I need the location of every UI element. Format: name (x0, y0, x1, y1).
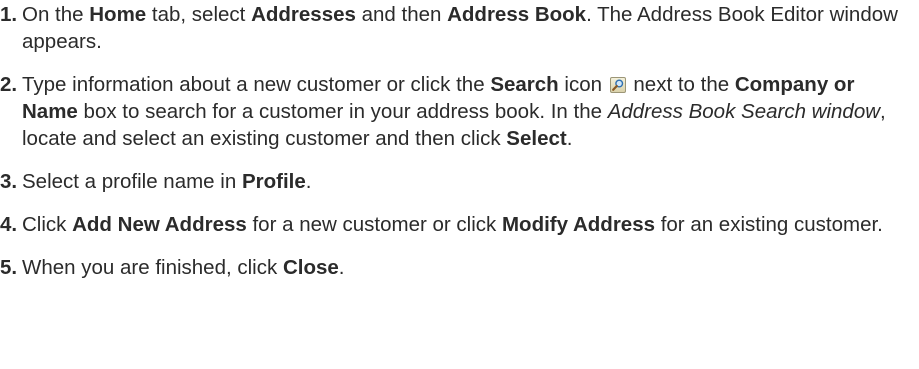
step-text: icon (558, 73, 608, 96)
step-number: 4. (0, 213, 18, 236)
step-text: tab, select (146, 3, 252, 26)
step-text: On the (22, 3, 90, 26)
ui-term-addresses: Addresses (251, 3, 356, 26)
ui-term-search: Search (490, 73, 559, 96)
step-text: for an existing customer. (655, 213, 883, 236)
ui-term-home: Home (89, 3, 147, 26)
ui-term-select: Select (506, 127, 567, 150)
instruction-steps: 1. On the Home tab, select Addresses and… (0, 0, 919, 281)
ui-term-add-new-address: Add New Address (72, 213, 247, 236)
step-1: 1. On the Home tab, select Addresses and… (0, 1, 912, 55)
search-icon (609, 73, 626, 93)
step-3: 3. Select a profile name in Profile. (0, 168, 912, 195)
step-text: When you are finished, click (22, 256, 283, 279)
ui-term-close: Close (282, 256, 339, 279)
step-text: Click (22, 213, 73, 236)
ui-term-modify-address: Modify Address (501, 213, 655, 236)
step-text: box to search for a customer in your add… (77, 100, 608, 123)
step-4: 4. Click Add New Address for a new custo… (0, 211, 912, 238)
ui-term-address-book: Address Book (447, 3, 587, 26)
step-text: . (338, 256, 345, 279)
step-text: next to the (627, 73, 735, 96)
step-text: Select a profile name in (22, 170, 242, 193)
step-2: 2. Type information about a new customer… (0, 71, 912, 152)
step-5: 5. When you are finished, click Close. (0, 254, 912, 281)
ui-term-address-book-search-window: Address Book Search window (607, 100, 881, 123)
step-number: 2. (0, 73, 18, 96)
step-number: 1. (0, 3, 18, 26)
step-text: and then (355, 3, 448, 26)
ui-term-profile: Profile (241, 170, 306, 193)
step-text: . (305, 170, 312, 193)
step-number: 3. (0, 170, 18, 193)
step-text: for a new customer or click (246, 213, 502, 236)
step-text: Type information about a new customer or… (22, 73, 491, 96)
step-number: 5. (0, 256, 18, 279)
step-text: . (566, 127, 573, 150)
